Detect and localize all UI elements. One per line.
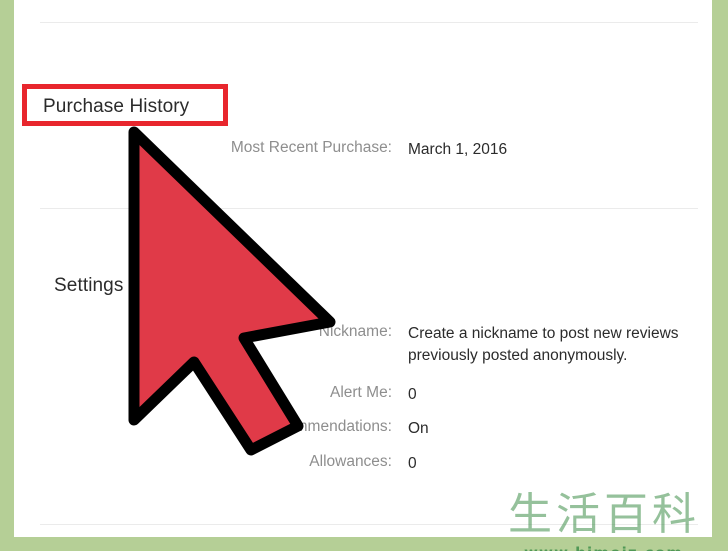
nickname-value-line-2: previously posted anonymously. xyxy=(408,347,628,364)
purchase-history-highlight-box: Purchase History xyxy=(22,84,228,126)
allowances-value: 0 xyxy=(408,455,417,472)
screenshot-root: Purchase History Most Recent Purchase: M… xyxy=(0,0,728,551)
nickname-label: Nickname: xyxy=(318,323,392,340)
nickname-value-line-1: Create a nickname to post new reviews xyxy=(408,325,679,342)
alert-me-value: 0 xyxy=(408,386,417,403)
section-divider-bottom xyxy=(40,524,698,525)
recommendations-label: Recommendations: xyxy=(258,418,392,435)
allowances-label: Allowances: xyxy=(309,453,392,470)
settings-heading: Settings xyxy=(54,275,124,296)
section-divider-top xyxy=(40,22,698,23)
recommendations-value: On xyxy=(408,420,429,437)
purchase-history-heading: Purchase History xyxy=(43,96,190,117)
nickname-value: Create a nickname to post new reviews pr… xyxy=(408,323,708,367)
watermark-url-text: www.bimeiz.com xyxy=(524,544,683,551)
most-recent-purchase-value: March 1, 2016 xyxy=(408,141,508,158)
content-card: Purchase History Most Recent Purchase: M… xyxy=(14,0,712,537)
alert-me-label: Alert Me: xyxy=(329,384,392,401)
most-recent-purchase-label: Most Recent Purchase: xyxy=(230,139,392,156)
section-divider-middle xyxy=(40,208,698,209)
